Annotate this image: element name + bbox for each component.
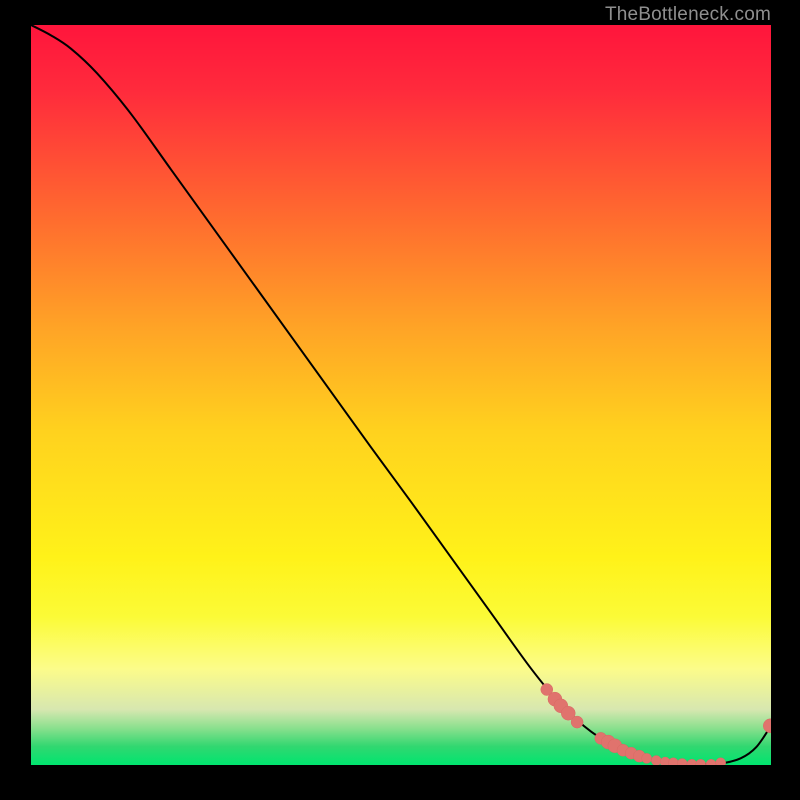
- plot-area: [31, 25, 771, 765]
- marker-group: [541, 684, 771, 765]
- data-marker: [677, 759, 687, 765]
- data-marker: [687, 759, 697, 765]
- chart-stage: TheBottleneck.com: [0, 0, 800, 800]
- data-marker: [763, 719, 771, 733]
- data-marker: [642, 753, 652, 763]
- data-marker: [651, 756, 661, 765]
- data-marker: [571, 716, 583, 728]
- data-marker: [706, 759, 716, 765]
- data-marker: [696, 759, 706, 765]
- data-marker: [668, 758, 678, 765]
- watermark-text: TheBottleneck.com: [605, 4, 771, 26]
- bottleneck-curve: [31, 25, 771, 764]
- curve-layer: [31, 25, 771, 765]
- data-marker: [716, 758, 726, 765]
